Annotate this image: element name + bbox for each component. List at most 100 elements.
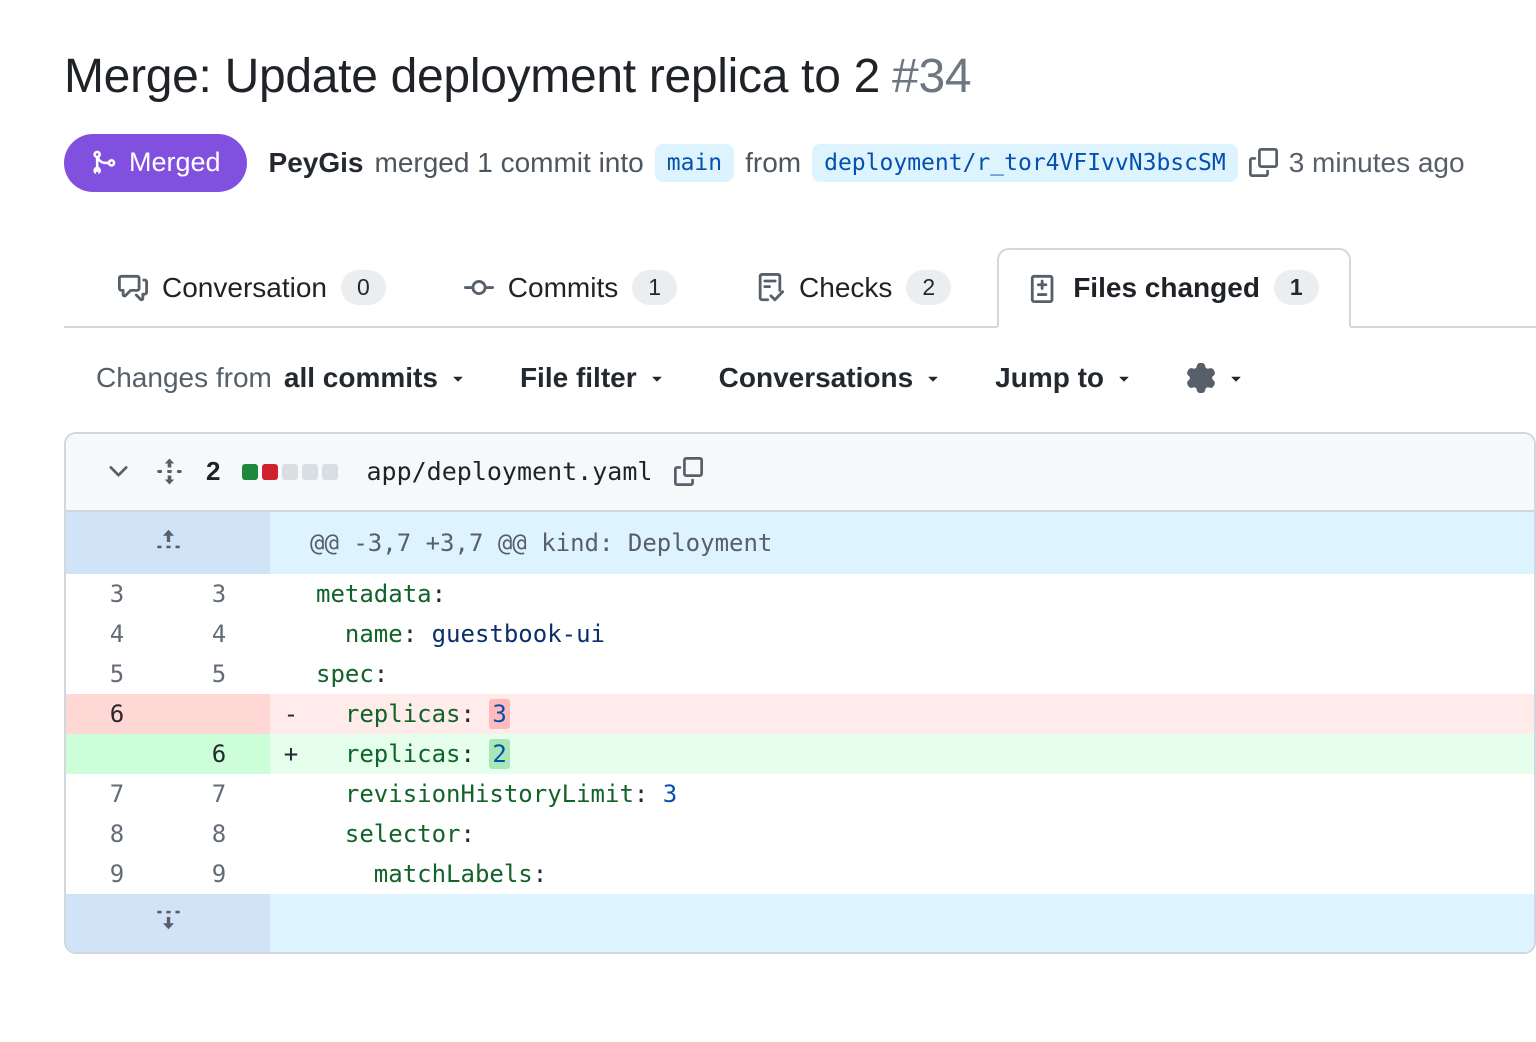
tab-counter: 0 [341,270,386,305]
diff-file-header: 2 app/deployment.yaml [66,434,1534,512]
tab-checks[interactable]: Checks 2 [723,248,983,328]
file-name: app/deployment.yaml [366,457,652,486]
diff-marker [270,614,312,654]
diff-table: @@ -3,7 +3,7 @@ kind: Deployment 3 3 metad… [66,512,1534,952]
tab-counter: 1 [632,270,677,305]
unfold-icon [155,457,184,486]
fold-up-icon [155,526,182,553]
new-line-number [168,694,270,734]
code-token-plain [316,860,374,888]
unfold-all-button[interactable] [155,457,184,486]
diff-marker [270,854,312,894]
expander-gutter [66,894,270,952]
old-line-number [66,734,168,774]
diffstat-square-neutral [302,464,318,480]
pr-number: #34 [892,50,971,103]
merged-status-badge: Merged [64,134,247,192]
caret-down-icon [1226,368,1246,388]
file-diff-icon [1029,273,1059,303]
base-branch-label[interactable]: main [655,144,734,182]
pr-meta-row: Merged PeyGis merged 1 commit into main … [64,134,1472,192]
code-token-plain [316,620,345,648]
caret-down-icon [1114,368,1134,388]
byline-action: merged 1 commit into [375,147,644,179]
diff-lines: 33metadata:44 name: guestbook-ui55spec:6… [66,574,1534,894]
diff-settings-menu[interactable] [1186,363,1246,393]
code-token-key: metadata [316,580,432,608]
checklist-icon [755,273,785,303]
byline-from: from [745,147,801,179]
author-link[interactable]: PeyGis [269,147,364,179]
hunk-header-text: @@ -3,7 +3,7 @@ kind: Deployment [270,512,1534,574]
copy-branch-button[interactable] [1249,148,1278,177]
conversations-menu[interactable]: Conversations [719,362,944,394]
diff-line: 44 name: guestbook-ui [66,614,1534,654]
diffstat-squares [242,464,338,480]
code-token-str: guestbook-ui [432,620,605,648]
old-line-number: 8 [66,814,168,854]
diffstat-square-neutral [322,464,338,480]
file-filter-label: File filter [520,362,637,394]
page-title: Merge: Update deployment replica to 2#34 [64,48,1472,106]
head-branch-label[interactable]: deployment/r_tor4VFIvvN3bscSM [812,144,1238,182]
code-token-plain [316,700,345,728]
diff-marker [270,654,312,694]
expander-rest [270,894,1534,952]
diff-marker [270,574,312,614]
diff-line: 6- replicas: 3 [66,694,1534,734]
code-token-num: 3 [663,780,677,808]
diff-file-card: 2 app/deployment.yaml @@ -3,7 +3,7 @@ ki… [64,432,1536,954]
diffstat-square-addition [242,464,258,480]
expand-up-button[interactable] [155,526,182,553]
hunk-gutter [66,512,270,574]
fold-down-icon [155,906,182,933]
code-token-num: 3 [489,699,509,729]
file-filter-menu[interactable]: File filter [520,362,667,394]
diff-line: 88 selector: [66,814,1534,854]
code-token-key: replicas [345,740,461,768]
caret-down-icon [647,368,667,388]
diff-toolbar: Changes from all commits File filter Con… [96,362,1472,394]
hunk-header-row: @@ -3,7 +3,7 @@ kind: Deployment [66,512,1534,574]
tab-files-changed[interactable]: Files changed 1 [997,248,1351,328]
diff-line: 6+ replicas: 2 [66,734,1534,774]
old-line-number: 6 [66,694,168,734]
code-cell: replicas: 2 [312,734,1534,774]
code-cell: selector: [312,814,1534,854]
tab-conversation[interactable]: Conversation 0 [86,248,418,328]
changes-from-label: Changes from [96,362,272,394]
tab-label: Files changed [1073,272,1260,304]
expand-down-button[interactable] [155,906,182,933]
code-token-plain [316,740,345,768]
tab-commits[interactable]: Commits 1 [432,248,709,328]
changes-from-menu[interactable]: Changes from all commits [96,362,468,394]
merge-timestamp: 3 minutes ago [1289,147,1465,179]
diff-line: 55spec: [66,654,1534,694]
new-line-number: 5 [168,654,270,694]
old-line-number: 9 [66,854,168,894]
code-token-num: 2 [489,739,509,769]
copy-file-path-button[interactable] [674,457,703,486]
tab-counter: 1 [1274,270,1319,305]
code-token-plain: : [403,620,432,648]
code-cell: metadata: [312,574,1534,614]
old-line-number: 4 [66,614,168,654]
diff-line: 33metadata: [66,574,1534,614]
collapse-file-button[interactable] [104,457,133,486]
comment-discussion-icon [118,273,148,303]
code-cell: spec: [312,654,1534,694]
diff-marker: - [270,694,312,734]
jump-to-menu[interactable]: Jump to [995,362,1134,394]
tab-label: Commits [508,272,618,304]
code-token-plain: : [432,580,446,608]
diff-marker [270,814,312,854]
old-line-number: 3 [66,574,168,614]
conversations-label: Conversations [719,362,914,394]
code-token-plain: : [533,860,547,888]
diff-marker [270,774,312,814]
jump-to-label: Jump to [995,362,1104,394]
new-line-number: 7 [168,774,270,814]
diff-line: 77 revisionHistoryLimit: 3 [66,774,1534,814]
caret-down-icon [448,368,468,388]
diffstat-square-deletion [262,464,278,480]
